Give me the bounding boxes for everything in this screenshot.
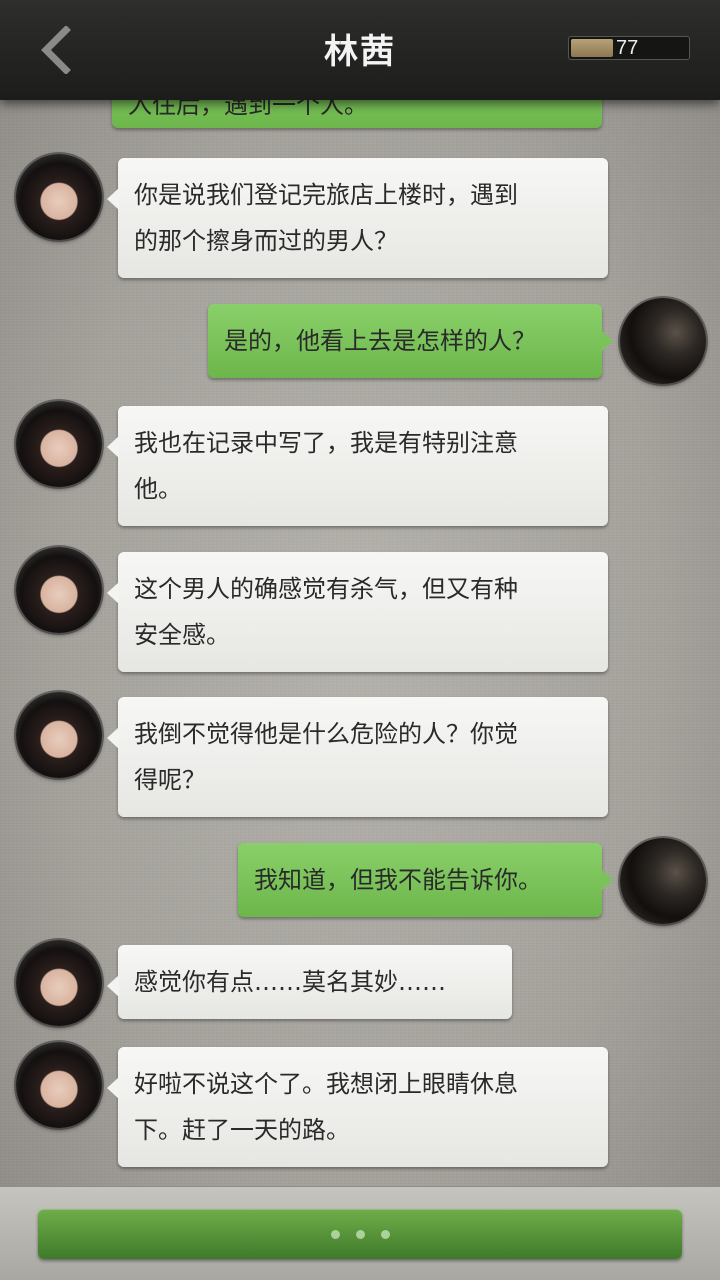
girl-avatar[interactable]	[16, 940, 102, 1026]
message-bubble-incoming: 感觉你有点……莫名其妙……	[107, 945, 512, 1019]
typing-dot	[355, 1229, 365, 1239]
girl-avatar[interactable]	[16, 692, 102, 778]
typing-dot	[380, 1229, 390, 1239]
message-bubble-incoming: 我倒不觉得他是什么危险的人？你觉 得呢？	[107, 697, 608, 817]
energy-value: 77	[616, 37, 639, 59]
player-avatar[interactable]	[620, 838, 706, 924]
message-line: 我倒不觉得他是什么危险的人？你觉	[134, 720, 518, 748]
message-line: 我也在记录中写了，我是有特别注意	[134, 429, 518, 457]
message-line: 下。赶了一天的路。	[134, 1116, 350, 1144]
energy-fill	[571, 39, 613, 57]
message-bubble-incoming: 你是说我们登记完旅店上楼时，遇到 的那个擦身而过的男人？	[107, 158, 608, 278]
message-line: 我知道，但我不能告诉你。	[254, 866, 542, 894]
top-bar: 林茜 77	[0, 0, 720, 100]
message-line: 是的，他看上去是怎样的人？	[224, 327, 536, 355]
message-bubble-incoming: 好啦不说这个了。我想闭上眼睛休息 下。赶了一天的路。	[107, 1047, 608, 1167]
message-line: 安全感。	[134, 621, 230, 649]
message-bubble-incoming: 我也在记录中写了，我是有特别注意 他。	[107, 406, 608, 526]
player-avatar[interactable]	[620, 298, 706, 384]
message-line: 得呢？	[134, 766, 206, 794]
chat-area[interactable]: 入住后，遇到一个人。 你是说我们登记完旅店上楼时，遇到 的那个擦身而过的男人？ …	[0, 0, 720, 1186]
bottom-bar	[0, 1186, 720, 1280]
message-line: 他。	[134, 475, 182, 503]
girl-avatar[interactable]	[16, 547, 102, 633]
message-line: 这个男人的确感觉有杀气，但又有种	[134, 575, 518, 603]
energy-meter: 77	[568, 36, 690, 60]
message-bubble-incoming: 这个男人的确感觉有杀气，但又有种 安全感。	[107, 552, 608, 672]
message-line: 的那个擦身而过的男人？	[134, 227, 398, 255]
girl-avatar[interactable]	[16, 154, 102, 240]
message-bubble-outgoing: 是的，他看上去是怎样的人？	[208, 304, 613, 378]
girl-avatar[interactable]	[16, 401, 102, 487]
message-bubble-outgoing: 我知道，但我不能告诉你。	[238, 843, 613, 917]
message-line: 感觉你有点……莫名其妙……	[134, 968, 446, 996]
message-line: 你是说我们登记完旅店上楼时，遇到	[134, 181, 518, 209]
message-line: 好啦不说这个了。我想闭上眼睛休息	[134, 1070, 518, 1098]
typing-dot	[330, 1229, 340, 1239]
girl-avatar[interactable]	[16, 1042, 102, 1128]
continue-button[interactable]	[38, 1209, 682, 1259]
